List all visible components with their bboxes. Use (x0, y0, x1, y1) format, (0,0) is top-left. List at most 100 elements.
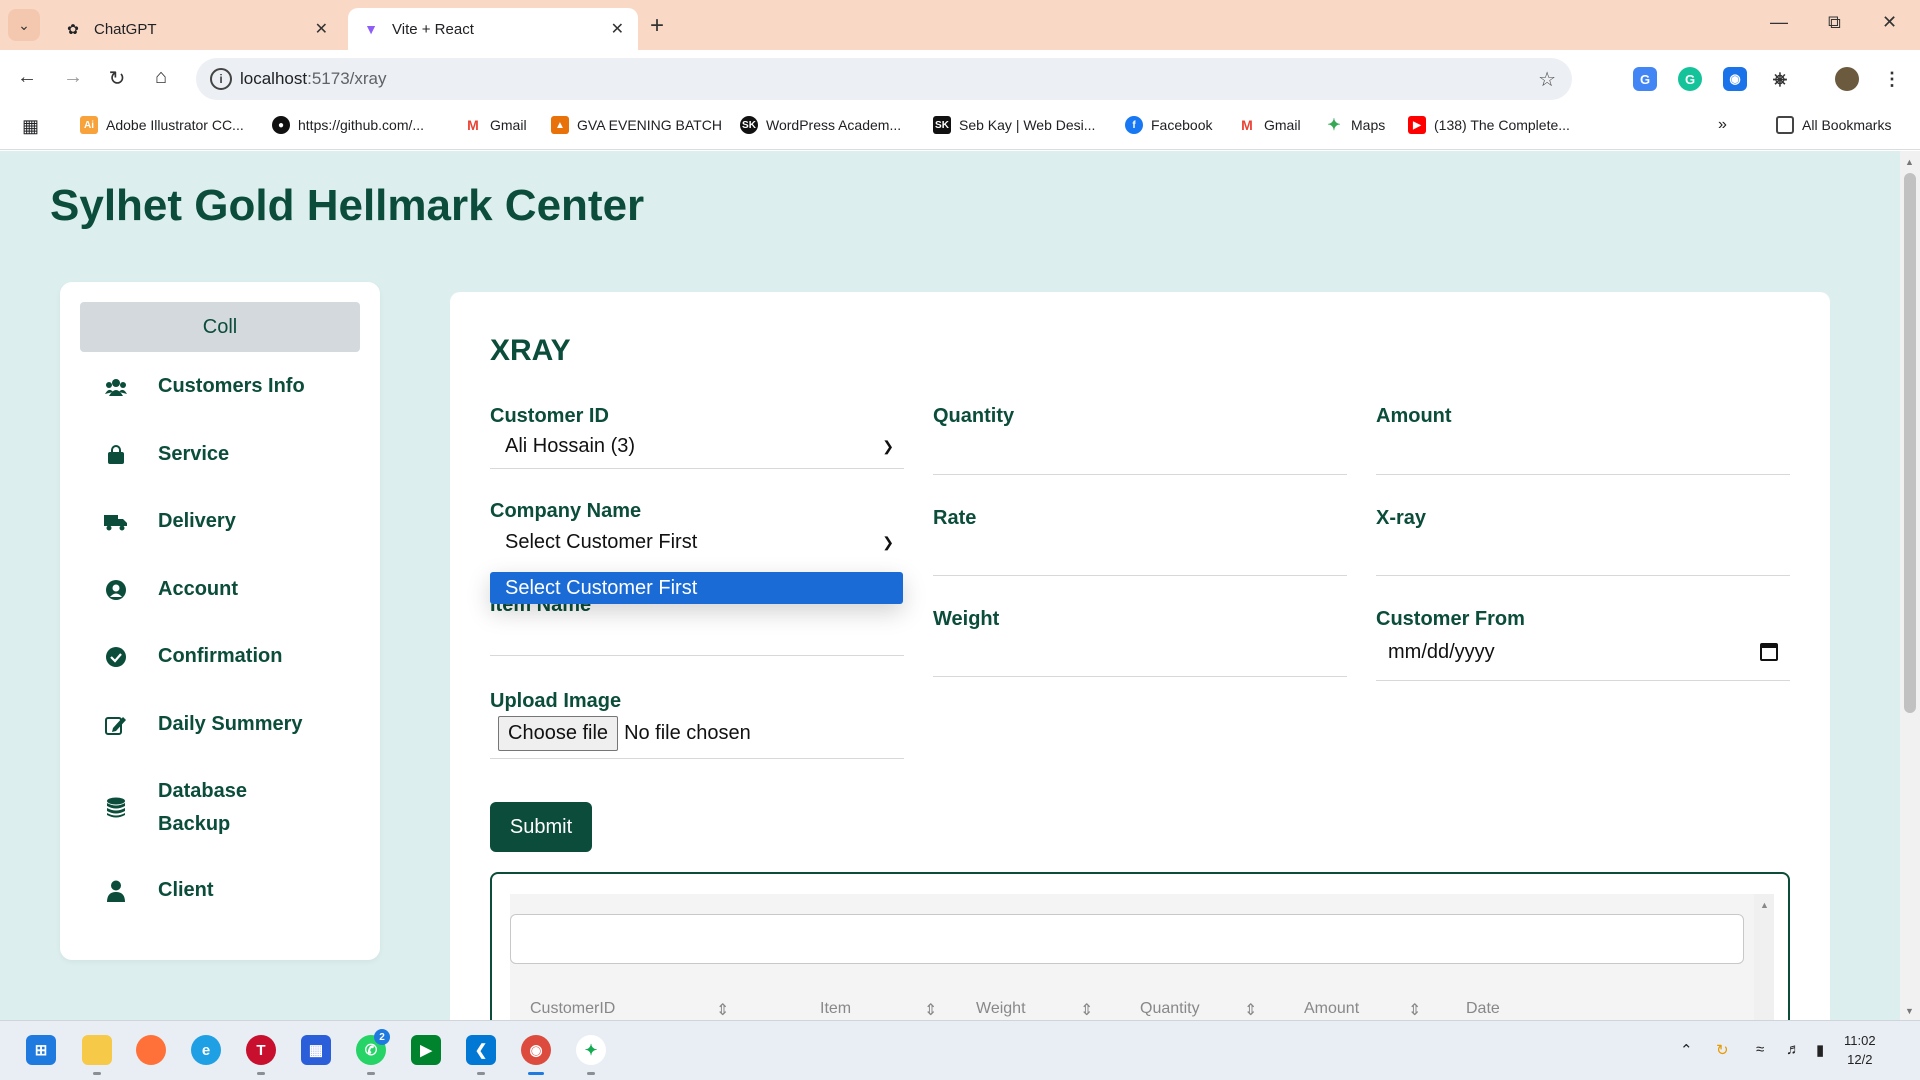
bookmark-illustrator[interactable]: Ai Adobe Illustrator CC... (80, 116, 244, 134)
chrome-icon[interactable]: ◉ (521, 1035, 551, 1065)
tab-search-button[interactable]: ⌄ (8, 9, 40, 41)
column-header-date[interactable]: Date (1466, 1000, 1500, 1018)
column-header-customerid[interactable]: CustomerID (530, 1000, 615, 1018)
tray-overflow-icon[interactable]: ⌃ (1680, 1041, 1693, 1059)
truck-icon (104, 510, 128, 534)
bookmark-sebkay[interactable]: SK Seb Kay | Web Desi... (933, 116, 1095, 134)
profile-avatar[interactable] (1835, 67, 1859, 91)
edge-icon[interactable]: e (191, 1035, 221, 1065)
bookmark-facebook[interactable]: f Facebook (1125, 116, 1212, 134)
column-header-item[interactable]: Item (820, 1000, 851, 1018)
bookmark-gmail[interactable]: M Gmail (464, 116, 527, 134)
sort-icon[interactable]: ⇕ (716, 1000, 729, 1020)
system-clock[interactable]: 11:02 12/2 (1844, 1031, 1876, 1069)
sync-icon[interactable]: ↻ (1716, 1041, 1729, 1059)
forward-button[interactable]: → (60, 66, 86, 89)
amount-input[interactable] (1376, 474, 1790, 475)
sk-icon: SK (933, 116, 951, 134)
table-search-input[interactable] (510, 914, 1744, 964)
window-close-button[interactable]: ✕ (1882, 12, 1897, 33)
browser-toolbar: ← → ↻ ⌂ i localhost:5173/xray ☆ G G ◉ ⎈ … (0, 50, 1920, 108)
close-icon[interactable]: ✕ (315, 19, 328, 39)
firefox-icon[interactable] (136, 1035, 166, 1065)
sidebar-item-client[interactable]: Client (104, 874, 318, 907)
scroll-up-icon[interactable]: ▲ (1760, 900, 1769, 910)
bookmark-youtube[interactable]: ▶ (138) The Complete... (1408, 116, 1570, 134)
scroll-up-icon[interactable]: ▲ (1905, 157, 1914, 167)
site-info-icon[interactable]: i (210, 68, 232, 90)
sort-icon[interactable]: ⇕ (1244, 1000, 1257, 1020)
wifi-icon[interactable]: ≈ (1756, 1041, 1764, 1058)
upload-image-input[interactable]: Choose file No file chosen (498, 716, 751, 751)
table-scrollbar[interactable]: ▲ (1754, 894, 1774, 1020)
users-icon (104, 375, 128, 399)
address-bar[interactable]: i localhost:5173/xray ☆ (196, 58, 1572, 100)
bookmark-star-icon[interactable]: ☆ (1538, 67, 1556, 92)
sidebar-item-customers-info[interactable]: Customers Info (104, 370, 318, 403)
sidebar-item-service[interactable]: Service (104, 438, 318, 471)
calendar-icon[interactable] (1760, 643, 1778, 661)
sidebar-item-delivery[interactable]: Delivery (104, 505, 318, 538)
column-header-weight[interactable]: Weight (976, 1000, 1026, 1018)
file-explorer-icon[interactable] (82, 1035, 112, 1065)
bookmark-gva[interactable]: ▲ GVA EVENING BATCH (551, 116, 722, 134)
choose-file-button[interactable]: Choose file (498, 716, 619, 751)
new-tab-button[interactable]: + (650, 12, 664, 40)
grammarly-icon[interactable]: G (1678, 67, 1702, 91)
item-name-input[interactable] (490, 655, 904, 656)
column-header-quantity[interactable]: Quantity (1140, 1000, 1200, 1018)
more-menu-icon[interactable]: ⋮ (1880, 67, 1904, 91)
quantity-input[interactable] (933, 474, 1347, 475)
upload-image-underline (490, 758, 904, 759)
google-translate-icon[interactable]: G (1633, 67, 1657, 91)
extensions-icon[interactable]: ⎈ (1768, 67, 1792, 91)
submit-button[interactable]: Submit (490, 802, 592, 852)
bookmark-wordpress[interactable]: SK WordPress Academ... (740, 116, 901, 134)
customer-from-date-input[interactable]: mm/dd/yyyy (1376, 632, 1790, 672)
windows-start-icon[interactable]: ⊞ (26, 1035, 56, 1065)
mongodb-icon[interactable]: ✦ (576, 1035, 606, 1065)
screen-capture-icon[interactable]: ◉ (1723, 67, 1747, 91)
bookmark-maps[interactable]: ✦ Maps (1325, 116, 1385, 134)
sidebar: Coll Customers Info Service Delivery Acc… (60, 282, 380, 960)
apps-grid-icon[interactable]: ▦ (22, 116, 39, 137)
back-button[interactable]: ← (14, 66, 40, 89)
date-placeholder: mm/dd/yyyy (1388, 640, 1495, 663)
sort-icon[interactable]: ⇕ (1408, 1000, 1421, 1020)
company-name-select[interactable]: Select Customer First ❯ (490, 522, 904, 562)
volume-icon[interactable]: ♬ (1786, 1041, 1801, 1058)
scrollbar-thumb[interactable] (1904, 173, 1916, 713)
weight-input[interactable] (933, 676, 1347, 677)
vscode-icon[interactable]: ❮ (466, 1035, 496, 1065)
rate-input[interactable] (933, 575, 1347, 576)
sort-icon[interactable]: ⇕ (1080, 1000, 1093, 1020)
bookmark-github[interactable]: ● https://github.com/... (272, 116, 424, 134)
restore-button[interactable]: ⧉ (1828, 12, 1841, 33)
reload-button[interactable]: ↻ (104, 66, 130, 91)
collapse-button[interactable]: Coll (80, 302, 360, 352)
sidebar-item-confirmation[interactable]: Confirmation (104, 640, 318, 673)
tab-vite-react[interactable]: ▼ Vite + React ✕ (348, 8, 638, 50)
xray-input[interactable] (1376, 575, 1790, 576)
scroll-down-icon[interactable]: ▼ (1905, 1006, 1914, 1016)
home-button[interactable]: ⌂ (148, 66, 174, 89)
customer-id-select[interactable]: Ali Hossain (3) ❯ (490, 426, 904, 466)
google-meet-icon[interactable]: ▶ (411, 1035, 441, 1065)
sidebar-item-account[interactable]: Account (104, 573, 318, 606)
sidebar-item-daily-summery[interactable]: Daily Summery (104, 708, 318, 741)
bookmark-gmail-2[interactable]: M Gmail (1238, 116, 1301, 134)
minimize-button[interactable]: — (1770, 12, 1788, 33)
sort-icon[interactable]: ⇕ (924, 1000, 937, 1020)
all-bookmarks-button[interactable]: All Bookmarks (1776, 116, 1891, 134)
close-icon[interactable]: ✕ (611, 19, 624, 39)
battery-icon[interactable]: ▮ (1816, 1041, 1824, 1059)
more-bookmarks-icon[interactable]: » (1718, 116, 1727, 134)
tab-chatgpt[interactable]: ✿ ChatGPT ✕ (50, 8, 342, 50)
column-header-amount[interactable]: Amount (1304, 1000, 1359, 1018)
user-icon (104, 879, 128, 903)
dropdown-option[interactable]: Select Customer First (490, 572, 903, 604)
microsoft-store-icon[interactable]: ▦ (301, 1035, 331, 1065)
page-scrollbar[interactable]: ▲ ▼ (1900, 151, 1920, 1020)
sidebar-item-database-backup[interactable]: Database Backup (104, 775, 318, 841)
typing-app-icon[interactable]: T (246, 1035, 276, 1065)
